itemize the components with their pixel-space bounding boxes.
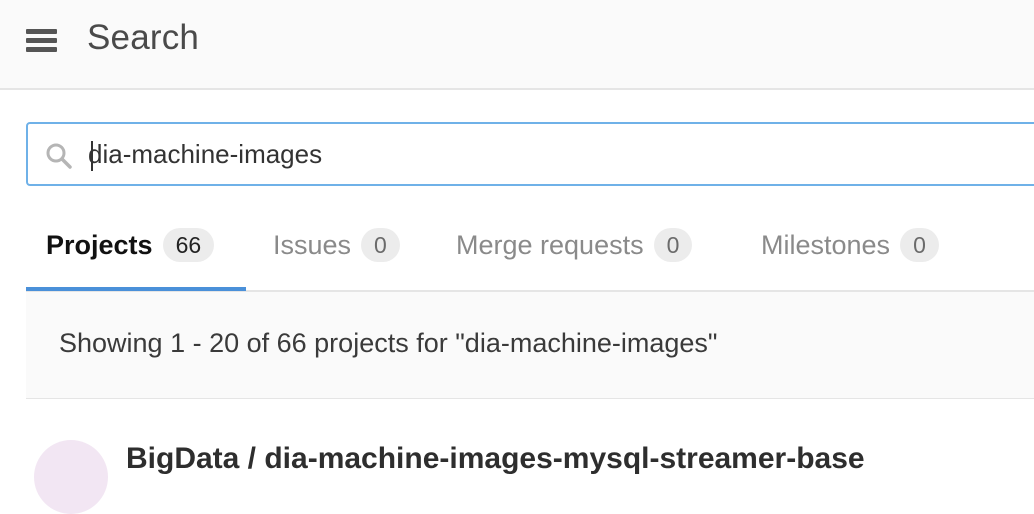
list-item: BigData / dia-machine-images-mysql-strea… (26, 400, 1034, 514)
tab-merge-requests-label: Merge requests (456, 229, 644, 260)
search-tabs: Projects 66 Issues 0 Merge requests 0 Mi… (26, 200, 1034, 292)
results-summary-bar: Showing 1 - 20 of 66 projects for "dia-m… (26, 292, 1034, 399)
tab-projects-count: 66 (162, 228, 215, 262)
active-tab-indicator (26, 287, 246, 291)
top-header-bar: Search (0, 0, 1034, 90)
tab-merge-requests-count: 0 (653, 228, 693, 262)
tab-issues-count: 0 (361, 228, 400, 262)
project-avatar[interactable] (34, 440, 108, 514)
search-box[interactable] (26, 122, 1034, 186)
search-input[interactable] (88, 124, 1034, 184)
tab-projects-label: Projects (46, 229, 153, 260)
text-caret (91, 141, 93, 171)
tab-issues-label: Issues (273, 229, 352, 260)
project-link[interactable]: BigData / dia-machine-images-mysql-strea… (126, 442, 865, 476)
results-summary: Showing 1 - 20 of 66 projects for "dia-m… (59, 328, 718, 358)
tab-milestones-label: Milestones (761, 229, 891, 260)
page-title: Search (87, 18, 200, 57)
tab-milestones[interactable]: Milestones 0 (761, 200, 939, 290)
hamburger-menu-icon[interactable] (26, 27, 58, 55)
tab-projects[interactable]: Projects 66 (46, 200, 215, 290)
tab-merge-requests[interactable]: Merge requests 0 (456, 200, 693, 290)
search-icon (46, 143, 72, 169)
tab-milestones-count: 0 (900, 228, 939, 262)
tab-issues[interactable]: Issues 0 (273, 200, 400, 290)
